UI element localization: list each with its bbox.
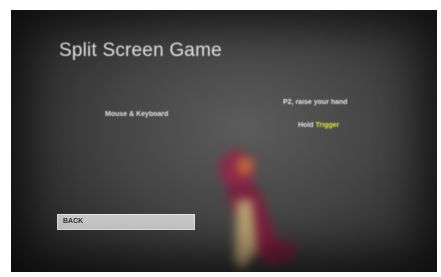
player1-input-label: Mouse & Keyboard: [105, 111, 169, 118]
player2-prompt: P2, raise your hand: [283, 99, 348, 106]
back-button-label: BACK: [63, 218, 84, 225]
trigger-text: Trigger: [315, 122, 340, 129]
game-title: Split Screen Game: [59, 40, 222, 61]
hold-trigger-instruction: Hold Trigger: [298, 122, 339, 129]
back-button[interactable]: BACK: [57, 214, 195, 230]
hold-text: Hold: [298, 122, 314, 129]
game-viewport: Split Screen Game Mouse & Keyboard P2, r…: [11, 10, 437, 272]
controller-figure: [219, 150, 296, 270]
